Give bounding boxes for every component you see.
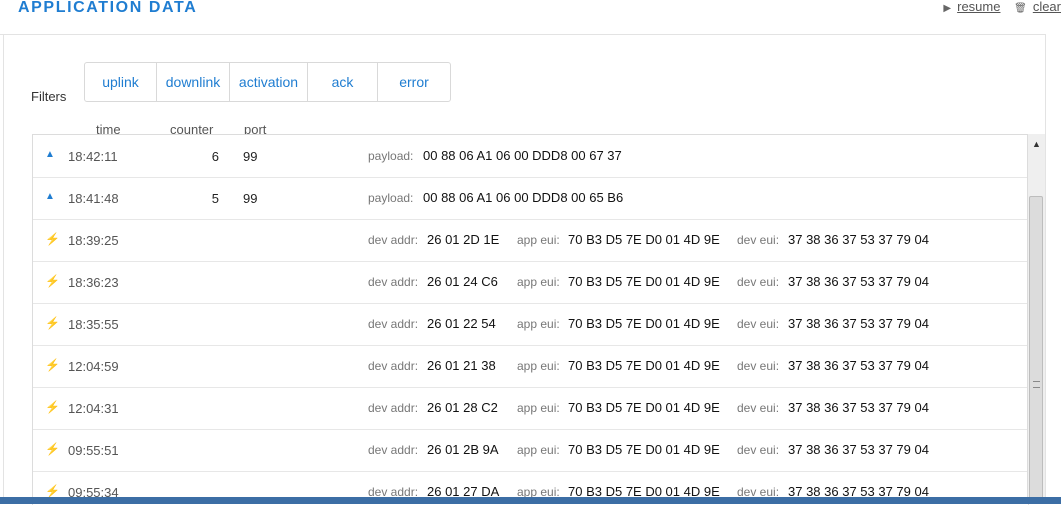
dev-addr-value: 26 01 28 C2 [427,400,498,415]
row-time: 12:04:59 [68,359,119,374]
clear-label: clear [1032,0,1061,14]
dev-addr-label: dev addr: [368,317,419,331]
data-table: ▲ 18:42:11 6 99 payload: 00 88 06 A1 06 … [32,134,1029,505]
table-row[interactable]: ⚡ 18:36:23 dev addr: 26 01 24 C6 app eui… [33,261,1028,304]
filter-group: uplink downlink activation ack error [84,62,451,102]
dev-addr-value: 26 01 22 54 [427,316,496,331]
table-row[interactable]: ⚡ 18:39:25 dev addr: 26 01 2D 1E app eui… [33,219,1028,262]
dev-addr-label: dev addr: [368,233,419,247]
dev-addr-label: dev addr: [368,275,419,289]
taskbar-strip [0,497,1061,504]
resume-label: resume [957,0,1001,14]
row-time: 18:36:23 [68,275,119,290]
lightning-bolt-icon: ⚡ [45,232,60,246]
dev-eui-value: 37 38 36 37 53 37 79 04 [788,442,929,457]
lightning-bolt-icon: ⚡ [45,358,60,372]
dev-eui-label: dev eui: [737,317,780,331]
dev-eui-label: dev eui: [737,401,780,415]
filter-activation[interactable]: activation [230,63,308,101]
table-row[interactable]: ⚡ 09:55:51 dev addr: 26 01 2B 9A app eui… [33,429,1028,472]
filters-label: Filters [31,89,67,104]
page-title: APPLICATION DATA [18,0,198,16]
play-icon: ▶ [943,3,952,14]
table-row[interactable]: ⚡ 12:04:31 dev addr: 26 01 28 C2 app eui… [33,387,1028,430]
triangle-up-icon: ▲ [45,191,55,202]
app-eui-value: 70 B3 D5 7E D0 01 4D 9E [568,316,720,331]
app-eui-value: 70 B3 D5 7E D0 01 4D 9E [568,358,720,373]
row-time: 18:39:25 [68,233,119,248]
row-time: 09:55:51 [68,443,119,458]
table-row[interactable]: ▲ 18:42:11 6 99 payload: 00 88 06 A1 06 … [33,135,1028,178]
table-row[interactable]: ▲ 18:41:48 5 99 payload: 00 88 06 A1 06 … [33,177,1028,220]
clear-button[interactable]: 🗑 clear [1014,0,1061,16]
app-eui-value: 70 B3 D5 7E D0 01 4D 9E [568,232,720,247]
lightning-bolt-icon: ⚡ [45,316,60,330]
payload-value: 00 88 06 A1 06 00 DDD8 00 65 B6 [423,190,624,205]
table-scrollbar[interactable]: ▲ [1027,134,1045,504]
resume-button[interactable]: ▶ resume [943,0,1000,16]
dev-addr-value: 26 01 21 38 [427,358,496,373]
dev-addr-value: 26 01 2D 1E [427,232,500,247]
right-panel-edge [1045,34,1061,504]
row-counter: 5 [211,191,219,206]
dev-eui-value: 37 38 36 37 53 37 79 04 [788,232,929,247]
scroll-up-arrow-icon[interactable]: ▲ [1028,136,1045,153]
lightning-bolt-icon: ⚡ [45,274,60,288]
header-actions: ▶ resume 🗑 clear [933,0,1061,16]
app-eui-label: app eui: [517,317,560,331]
trash-icon: 🗑 [1014,3,1027,14]
lightning-bolt-icon: ⚡ [45,484,60,498]
table-row[interactable]: ⚡ 12:04:59 dev addr: 26 01 21 38 app eui… [33,345,1028,388]
filter-error[interactable]: error [378,63,450,101]
app-eui-label: app eui: [517,359,560,373]
dev-addr-label: dev addr: [368,443,419,457]
filter-downlink[interactable]: downlink [157,63,230,101]
row-time: 12:04:31 [68,401,119,416]
dev-addr-label: dev addr: [368,401,419,415]
app-eui-value: 70 B3 D5 7E D0 01 4D 9E [568,442,720,457]
app-eui-label: app eui: [517,401,560,415]
panel-border [3,34,4,504]
dev-addr-value: 26 01 24 C6 [427,274,498,289]
row-port: 99 [243,149,258,164]
dev-eui-label: dev eui: [737,359,780,373]
payload-value: 00 88 06 A1 06 00 DDD8 00 67 37 [423,148,622,163]
grip-icon [1033,381,1040,388]
lightning-bolt-icon: ⚡ [45,442,60,456]
app-eui-label: app eui: [517,443,560,457]
row-time: 18:42:11 [68,149,118,164]
filter-ack[interactable]: ack [308,63,378,101]
table-row[interactable]: ⚡ 18:35:55 dev addr: 26 01 22 54 app eui… [33,303,1028,346]
dev-addr-label: dev addr: [368,359,419,373]
triangle-up-icon: ▲ [45,149,55,160]
dev-eui-value: 37 38 36 37 53 37 79 04 [788,316,929,331]
dev-eui-value: 37 38 36 37 53 37 79 04 [788,274,929,289]
row-time: 18:35:55 [68,317,119,332]
row-time: 18:41:48 [68,191,119,206]
scrollbar-thumb[interactable] [1029,196,1043,504]
dev-addr-value: 26 01 2B 9A [427,442,499,457]
app-eui-value: 70 B3 D5 7E D0 01 4D 9E [568,274,720,289]
dev-eui-label: dev eui: [737,233,780,247]
payload-label: payload: [368,149,414,163]
row-counter: 6 [211,149,219,164]
app-eui-label: app eui: [517,275,560,289]
filter-uplink[interactable]: uplink [85,63,157,101]
dev-eui-label: dev eui: [737,275,780,289]
payload-label: payload: [368,191,414,205]
dev-eui-value: 37 38 36 37 53 37 79 04 [788,358,929,373]
app-eui-label: app eui: [517,233,560,247]
row-port: 99 [243,191,258,206]
lightning-bolt-icon: ⚡ [45,400,60,414]
app-eui-value: 70 B3 D5 7E D0 01 4D 9E [568,400,720,415]
header-bar: APPLICATION DATA ▶ resume 🗑 clear [0,0,1061,35]
dev-eui-label: dev eui: [737,443,780,457]
dev-eui-value: 37 38 36 37 53 37 79 04 [788,400,929,415]
